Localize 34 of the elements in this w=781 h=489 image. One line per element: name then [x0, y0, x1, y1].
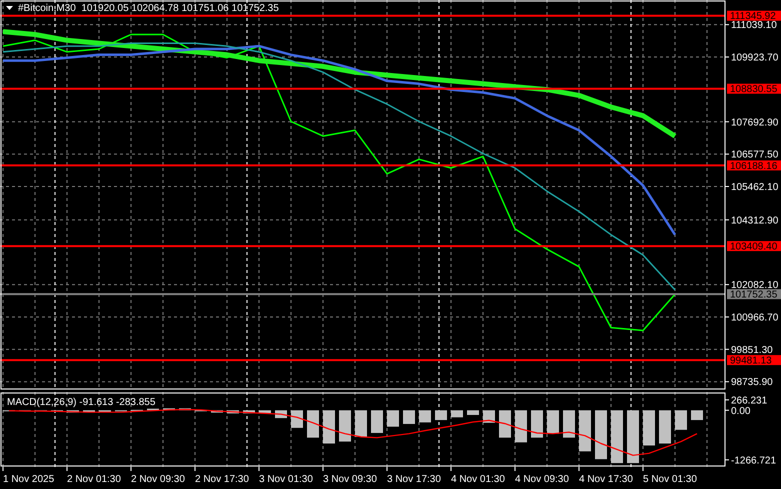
price-axis-label: 106577.50: [731, 150, 778, 161]
chart-header: #Bitcoin,M30 101920.05 102064.78 101751.06 101752.35: [18, 3, 279, 14]
indicator-axis-label: 266.231: [731, 395, 768, 406]
time-axis-label: 2 Nov 17:30: [195, 474, 249, 485]
time-axis-label: 1 Nov 2025: [3, 474, 54, 485]
time-axis-label: 3 Nov 01:30: [259, 474, 313, 485]
indicator-axis-label: 0.00: [731, 406, 750, 417]
price-axis-label: 98735.90: [731, 377, 773, 388]
price-axis-label: 104312.90: [731, 215, 778, 226]
price-level-label: 99481.13: [727, 355, 781, 367]
indicator-axis-label: -1266.721: [731, 455, 776, 466]
price-level-label: 101752.35: [727, 289, 781, 301]
price-axis-label: 107692.90: [731, 117, 778, 128]
price-level-label: 111345.92: [727, 10, 781, 22]
price-axis-label: 109923.70: [731, 52, 778, 64]
price-level-label: 106188.16: [727, 160, 781, 172]
time-axis-label: 3 Nov 09:30: [323, 474, 377, 485]
price-axis-label: 99851.30: [731, 344, 773, 356]
time-axis-label: 3 Nov 17:30: [387, 474, 441, 485]
time-axis-label: 4 Nov 09:30: [515, 474, 569, 485]
time-axis-label: 4 Nov 01:30: [451, 474, 505, 485]
ref-line-label: 99481.13: [730, 356, 772, 367]
price-level-label: 108830.55: [727, 84, 781, 96]
price-axis-label: 105462.10: [731, 182, 778, 193]
time-axis-label: 4 Nov 17:30: [579, 474, 633, 485]
ref-line-label: 111345.92: [730, 11, 776, 22]
time-axis-label: 2 Nov 01:30: [67, 474, 121, 485]
time-axis-label: 2 Nov 09:30: [131, 474, 185, 485]
price-axis-label: 102082.10: [731, 280, 778, 292]
price-axis-label: 100966.70: [731, 312, 778, 324]
price-level-label: 103409.40: [727, 241, 781, 253]
price-axis-label: 111039.10: [731, 20, 777, 32]
indicator-title: MACD(12,26,9) -91.613 -283.855: [7, 397, 156, 408]
time-axis-label: 5 Nov 01:30: [643, 474, 697, 485]
